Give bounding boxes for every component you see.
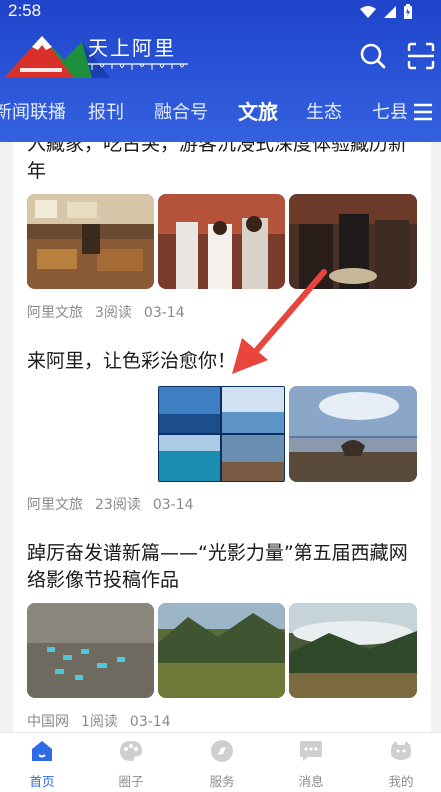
signal-icon [384, 6, 396, 18]
article-image[interactable] [27, 194, 154, 289]
article-meta: 阿里文旅 3阅读 03-14 [27, 302, 197, 322]
article-image[interactable] [158, 386, 285, 482]
article-date: 03-14 [152, 497, 194, 513]
nav-label: 圈子 [118, 774, 144, 789]
tab-culture-tourism[interactable]: 文旅 [238, 96, 278, 125]
tab-news[interactable]: 新闻联播 [0, 98, 66, 124]
home-icon [32, 741, 52, 761]
tab-media[interactable]: 融合号 [154, 98, 208, 124]
article-image[interactable] [158, 603, 285, 698]
article-image[interactable] [158, 194, 285, 289]
battery-icon [404, 4, 412, 19]
search-icon[interactable] [357, 40, 389, 72]
status-icons [359, 4, 413, 20]
chat-icon [300, 741, 322, 761]
article-feed[interactable]: 入藏家，吃古突，游客沉浸式深度体验藏历新年 阿里文旅 3阅读 03-14 来阿里，让… [13, 142, 431, 732]
article-date: 03-14 [143, 305, 185, 321]
nav-label: 消息 [298, 774, 324, 789]
article-image[interactable] [27, 603, 154, 698]
profile-icon [391, 741, 411, 760]
status-bar: 2:58 [0, 0, 441, 24]
category-tabs: 新闻联播 报刊 融合号 文旅 生态 七县 [0, 94, 441, 130]
article-meta: 中国网 1阅读 03-14 [27, 711, 183, 731]
bottom-nav: 首页 圈子 服务 消息 我的 [0, 732, 441, 792]
article-item[interactable]: 入藏家，吃古突，游客沉浸式深度体验藏历新年 [27, 142, 417, 185]
article-source: 中国网 [27, 714, 69, 730]
nav-profile[interactable]: 我的 [371, 739, 431, 790]
nav-label: 首页 [29, 774, 55, 789]
status-time: 2:58 [8, 1, 42, 20]
article-item[interactable]: 踔厉奋发谱新篇——“光影力量”第五届西藏网络影像节投稿作品 [27, 540, 417, 594]
app-logo-text: 天上阿里 [88, 36, 176, 60]
article-date: 03-14 [129, 714, 171, 730]
article-title[interactable]: 入藏家，吃古突，游客沉浸式深度体验藏历新年 [27, 142, 417, 185]
article-title[interactable]: 踔厉奋发谱新篇——“光影力量”第五届西藏网络影像节投稿作品 [27, 540, 417, 594]
menu-icon[interactable] [412, 102, 434, 122]
compass-icon [211, 740, 233, 762]
nav-circle[interactable]: 圈子 [101, 739, 161, 790]
tab-ecology[interactable]: 生态 [306, 98, 342, 124]
app-header: 2:58 天上阿里 新闻联播 报刊 融合号 文旅 生态 七县 [0, 0, 441, 142]
wifi-icon [360, 6, 376, 18]
nav-label: 我的 [388, 774, 414, 789]
article-source: 阿里文旅 [27, 497, 83, 513]
article-image[interactable] [289, 386, 417, 482]
palette-icon [120, 741, 142, 761]
nav-label: 服务 [209, 774, 235, 789]
tab-newspaper[interactable]: 报刊 [88, 98, 124, 124]
scan-icon[interactable] [405, 40, 437, 72]
article-image[interactable] [289, 194, 417, 289]
tab-counties[interactable]: 七县 [372, 98, 408, 124]
nav-home[interactable]: 首页 [12, 739, 72, 790]
article-title[interactable]: 来阿里，让色彩治愈你！ [27, 348, 417, 375]
article-reads: 3阅读 [95, 305, 132, 321]
nav-messages[interactable]: 消息 [281, 739, 341, 790]
article-meta: 阿里文旅 23阅读 03-14 [27, 494, 206, 514]
article-image[interactable] [289, 603, 417, 698]
article-reads: 1阅读 [81, 714, 118, 730]
article-item[interactable]: 来阿里，让色彩治愈你！ [27, 348, 417, 375]
article-reads: 23阅读 [95, 497, 141, 513]
tibetan-script-decoration [88, 63, 188, 70]
nav-service[interactable]: 服务 [192, 739, 252, 790]
article-source: 阿里文旅 [27, 305, 83, 321]
